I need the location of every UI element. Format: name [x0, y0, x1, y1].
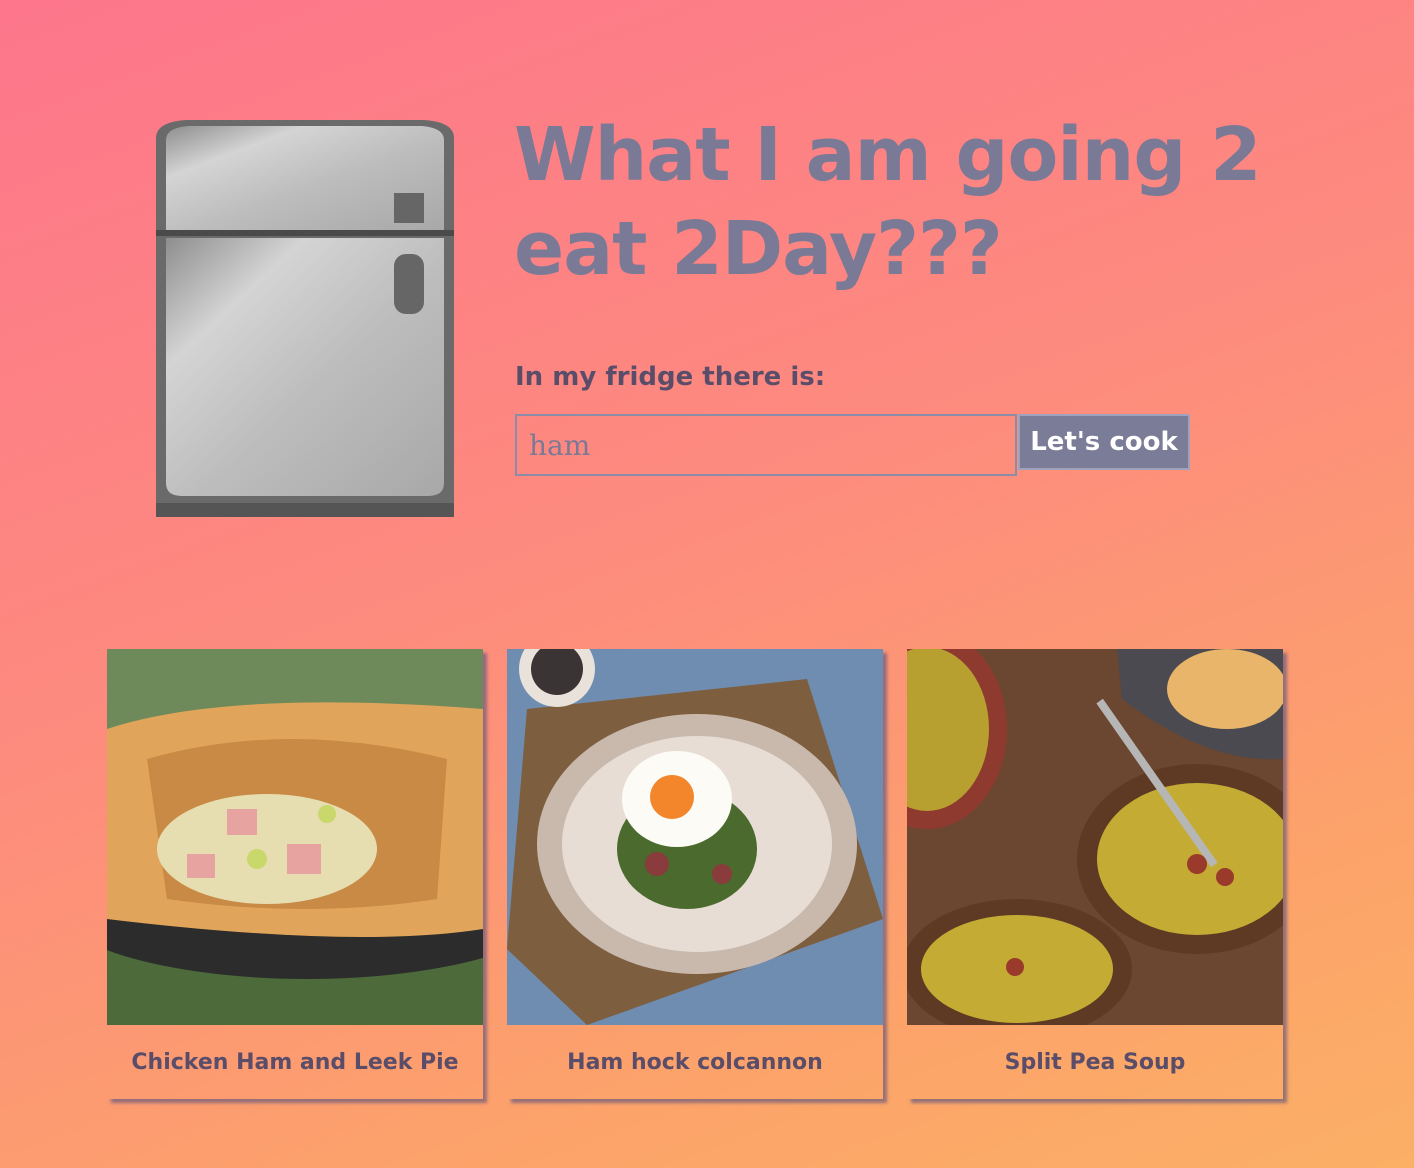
recipe-title: Chicken Ham and Leek Pie — [131, 1049, 459, 1075]
recipe-card[interactable]: Ham hock colcannon — [507, 649, 883, 1099]
ingredient-input[interactable] — [515, 414, 1017, 476]
fridge-contents-label: In my fridge there is: — [515, 362, 826, 392]
page-title: What I am going 2 eat 2Day??? — [514, 112, 1262, 292]
lets-cook-button[interactable]: Let's cook — [1018, 414, 1190, 470]
fridge-image — [156, 118, 454, 517]
egg-dish-photo — [507, 649, 883, 1025]
recipe-title: Split Pea Soup — [1004, 1049, 1186, 1075]
recipe-card[interactable]: Chicken Ham and Leek Pie — [107, 649, 483, 1099]
recipe-title: Ham hock colcannon — [567, 1049, 823, 1075]
soup-photo — [907, 649, 1283, 1025]
pie-photo — [107, 649, 483, 1025]
recipe-card[interactable]: Split Pea Soup — [907, 649, 1283, 1099]
